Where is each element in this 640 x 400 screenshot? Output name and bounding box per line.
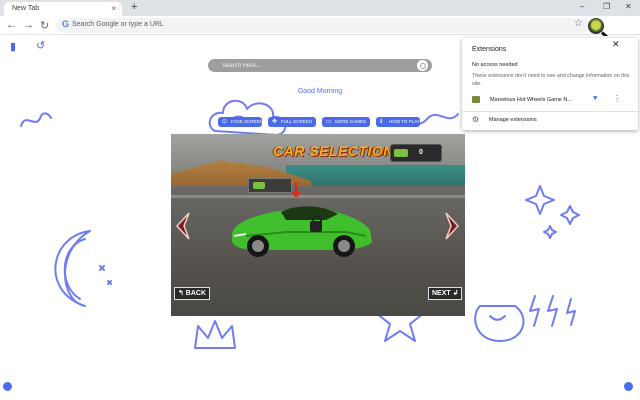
swirl-doodle-icon [20,112,52,127]
money-counter: 0 [390,144,442,162]
settings-gear-icon[interactable] [3,382,12,391]
close-icon[interactable]: ✕ [612,39,620,50]
new-tab-button[interactable]: + [131,1,137,13]
money-value: 0 [419,149,423,156]
info-icon: ℹ [380,119,383,125]
fullscreen-icon: ✥ [272,119,278,125]
more-options-icon[interactable]: ⋮ [613,94,621,103]
reload-button[interactable]: ↻ [40,19,49,32]
lightning-doodle-icon [529,295,576,327]
tab-strip: New Tab × + – ❐ ✕ [0,0,640,16]
price-cash-icon [253,182,265,189]
forward-button[interactable]: → [23,19,34,31]
how-to-play-button[interactable]: ℹ HOW TO PLAY [376,117,420,127]
cash-icon [394,149,408,157]
no-access-heading: No access needed [472,62,518,68]
back-button[interactable]: ← [6,19,17,31]
extension-game-small-icon [472,96,480,103]
games-icon: ▭ [326,119,332,125]
extension-name: Marvelous Hot Wheels Game N... [490,97,572,103]
full-screen-label: FULL SCREEN [281,119,312,124]
omnibox-placeholder: Search Google or type a URL [72,21,164,28]
previous-car-arrow-icon[interactable] [174,211,192,241]
bookmark-star-icon[interactable]: ☆ [574,18,583,29]
tab-title: New Tab [12,5,40,12]
more-games-label: MORE GAMES [335,119,367,124]
extension-list-item[interactable]: Marvelous Hot Wheels Game N... ⯆ ⋮ [468,94,634,106]
bookmark-icon[interactable]: ▮ [10,40,16,53]
minimize-button[interactable]: – [580,2,584,11]
history-icon[interactable]: ↺ [36,39,45,52]
page-search-box [208,59,432,72]
sparkles-doodle-icon [525,185,580,239]
close-window-button[interactable]: ✕ [625,2,632,11]
gear-icon: ⚙ [472,115,480,124]
fade-screen-label: FADE SCREEN [231,119,263,124]
next-car-arrow-icon[interactable] [443,211,461,241]
more-games-button[interactable]: ▭ MORE GAMES [322,117,370,127]
game-next-button[interactable]: NEXT ↲ [428,287,463,300]
green-sports-car [232,206,372,257]
fade-screen-button[interactable]: ⊙ FADE SCREEN [218,117,263,127]
crown-doodle-icon [194,320,236,349]
search-icon[interactable] [417,60,428,71]
lock-icon [310,215,322,232]
restore-button[interactable]: ❐ [603,2,610,11]
greeting-text: Good Morning [297,88,343,95]
extensions-popup-title: Extensions [472,46,507,53]
fade-icon: ⊙ [222,119,228,125]
tab-close-icon[interactable]: × [111,4,116,13]
tab-new-tab[interactable]: New Tab × [4,2,122,16]
moon-doodle-icon [54,230,112,307]
game-back-button[interactable]: ↰ BACK [174,287,211,300]
game-canvas[interactable]: CAR SELECTION 0 ↰ BACK NEXT ↲ [171,134,465,316]
extensions-popup: Extensions ✕ No access needed These exte… [462,38,638,130]
info-circle-icon[interactable] [624,382,633,391]
pin-icon[interactable]: ⯆ [592,94,598,104]
browser-toolbar: ← → ↻ G Search Google or type a URL ☆ ✱ … [0,16,640,48]
car-selection-title: CAR SELECTION [273,143,394,159]
how-to-play-label: HOW TO PLAY [389,119,420,124]
full-screen-button[interactable]: ✥ FULL SCREEN [268,117,316,127]
page-search-input[interactable] [222,59,402,72]
popup-divider [462,111,638,112]
google-icon: G [62,19,70,29]
no-access-description: These extensions don't need to see and c… [472,73,630,87]
omnibox[interactable]: G Search Google or type a URL [56,18,590,33]
car-price-box [248,178,292,193]
manage-extensions-link[interactable]: Manage extensions [489,117,537,123]
